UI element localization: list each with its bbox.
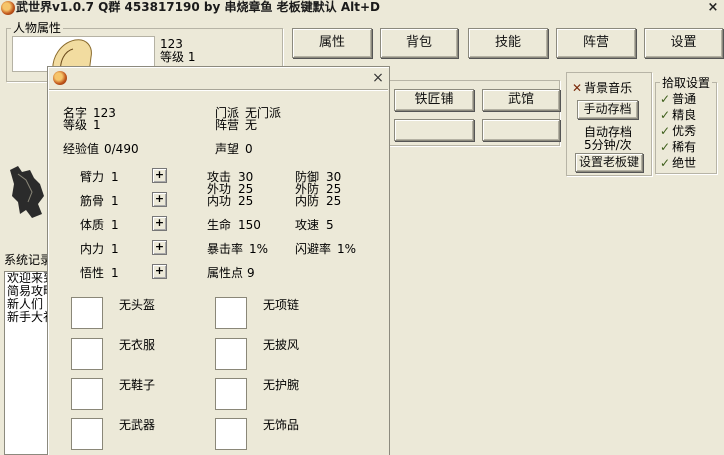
loot-panel-label: 拾取设置 <box>660 74 713 91</box>
speed-value: 5 <box>326 218 334 232</box>
window-title: 武世界v1.0.7 Q群 453817190 by 串烧章鱼 老板键默认 Alt… <box>16 0 380 14</box>
int-atk-value: 25 <box>238 194 254 208</box>
bgm-label: 背景音乐 <box>584 81 633 95</box>
fame-label: 声望 <box>215 142 240 156</box>
int-def-label: 内防 <box>295 194 320 208</box>
dodge-value: 1% <box>337 242 357 256</box>
loot-legendary-label: 绝世 <box>672 156 697 170</box>
hp-label: 生命 <box>207 218 232 232</box>
character-level: 等级 1 <box>160 50 196 64</box>
fame-value: 0 <box>245 142 253 156</box>
dialog-close-button[interactable]: × <box>370 70 386 86</box>
check-icon: ✓ <box>660 156 671 170</box>
dialog-app-icon <box>53 71 67 85</box>
loot-fine-label: 精良 <box>672 108 697 122</box>
exp-value: 0/490 <box>104 142 139 156</box>
stat-strength-label: 臂力 <box>80 170 105 184</box>
log-line: 新手大礼 <box>7 310 47 324</box>
loot-legendary-checkbox[interactable]: ✓ 绝世 <box>660 156 696 170</box>
speed-label: 攻速 <box>295 218 320 232</box>
necklace-label: 无项链 <box>263 298 300 312</box>
loot-normal-label: 普通 <box>672 92 697 106</box>
auto-save-interval: 5分钟/次 <box>584 138 632 152</box>
stat-points-label: 属性点 <box>207 266 244 280</box>
boss-key-button[interactable]: 设置老板键 <box>575 153 643 172</box>
backpack-button[interactable]: 背包 <box>380 28 458 58</box>
loot-excellent-checkbox[interactable]: ✓ 优秀 <box>660 124 696 138</box>
check-icon: ✓ <box>660 92 671 106</box>
clothes-label: 无衣服 <box>119 338 156 352</box>
attributes-button[interactable]: 属性 <box>292 28 372 58</box>
system-log-label: 系统记录 <box>4 253 53 267</box>
faction-value: 无 <box>245 118 258 132</box>
stat-comprehension-value: 1 <box>111 266 119 280</box>
shoes-label: 无鞋子 <box>119 378 156 392</box>
loot-fine-checkbox[interactable]: ✓ 精良 <box>660 108 696 122</box>
stat-inner-power-value: 1 <box>111 242 119 256</box>
strength-plus-button[interactable]: + <box>152 168 167 183</box>
level-label: 等级 <box>63 118 88 132</box>
comprehension-plus-button[interactable]: + <box>152 264 167 279</box>
faction-button[interactable]: 阵营 <box>556 28 636 58</box>
clothes-slot[interactable] <box>71 338 103 370</box>
cape-slot[interactable] <box>215 338 247 370</box>
town-button-empty-1[interactable] <box>394 119 474 141</box>
stat-inner-power-label: 内力 <box>80 242 105 256</box>
dialog-separator <box>49 89 388 91</box>
hp-value: 150 <box>238 218 261 232</box>
app-icon <box>1 1 15 15</box>
loot-excellent-label: 优秀 <box>672 124 697 138</box>
check-icon: ✓ <box>660 140 671 154</box>
loot-rare-label: 稀有 <box>672 140 697 154</box>
accessory-label: 无饰品 <box>263 418 300 432</box>
faction-label: 阵营 <box>215 118 240 132</box>
helmet-label: 无头盔 <box>119 298 156 312</box>
shoes-slot[interactable] <box>71 378 103 410</box>
check-icon: ✓ <box>660 108 671 122</box>
loot-rare-checkbox[interactable]: ✓ 稀有 <box>660 140 696 154</box>
cape-label: 无披风 <box>263 338 300 352</box>
accessory-slot[interactable] <box>215 418 247 450</box>
skills-button[interactable]: 技能 <box>468 28 548 58</box>
manual-save-button[interactable]: 手动存档 <box>577 100 638 119</box>
stat-bone-value: 1 <box>111 194 119 208</box>
martial-hall-button[interactable]: 武馆 <box>482 89 560 111</box>
dodge-label: 闪避率 <box>295 242 332 256</box>
int-def-value: 25 <box>326 194 342 208</box>
constitution-plus-button[interactable]: + <box>152 216 167 231</box>
check-icon: ✓ <box>660 124 671 138</box>
loot-normal-checkbox[interactable]: ✓ 普通 <box>660 92 696 106</box>
town-button-empty-2[interactable] <box>482 119 560 141</box>
stat-comprehension-label: 悟性 <box>80 266 105 280</box>
crit-value: 1% <box>249 242 269 256</box>
necklace-slot[interactable] <box>215 297 247 329</box>
stat-bone-label: 筋骨 <box>80 194 105 208</box>
bracer-slot[interactable] <box>215 378 247 410</box>
warrior-figure-icon <box>10 166 44 218</box>
window-close-button[interactable]: × <box>705 0 721 16</box>
exp-label: 经验值 <box>63 142 100 156</box>
int-atk-label: 内功 <box>207 194 232 208</box>
blacksmith-button[interactable]: 铁匠铺 <box>394 89 474 111</box>
stat-constitution-value: 1 <box>111 218 119 232</box>
weapon-label: 无武器 <box>119 418 156 432</box>
character-group-label: 人物属性 <box>11 19 64 36</box>
attributes-dialog: × 名字 123 等级 1 门派 无门派 阵营 无 经验值 0/490 声望 0… <box>47 66 390 455</box>
bgm-checkbox[interactable]: ✕ 背景音乐 <box>572 81 632 95</box>
helmet-slot[interactable] <box>71 297 103 329</box>
crit-label: 暴击率 <box>207 242 244 256</box>
level-value: 1 <box>93 118 101 132</box>
cross-icon: ✕ <box>572 81 583 95</box>
title-bar: 武世界v1.0.7 Q群 453817190 by 串烧章鱼 老板键默认 Alt… <box>0 0 724 17</box>
bracer-label: 无护腕 <box>263 378 300 392</box>
system-log: 欢迎来到 简易攻略 新人们 新手大礼 <box>4 271 48 455</box>
stat-constitution-label: 体质 <box>80 218 105 232</box>
bone-plus-button[interactable]: + <box>152 192 167 207</box>
stat-points-value: 9 <box>247 266 255 280</box>
weapon-slot[interactable] <box>71 418 103 450</box>
settings-button[interactable]: 设置 <box>644 28 723 58</box>
inner-power-plus-button[interactable]: + <box>152 240 167 255</box>
stat-strength-value: 1 <box>111 170 119 184</box>
